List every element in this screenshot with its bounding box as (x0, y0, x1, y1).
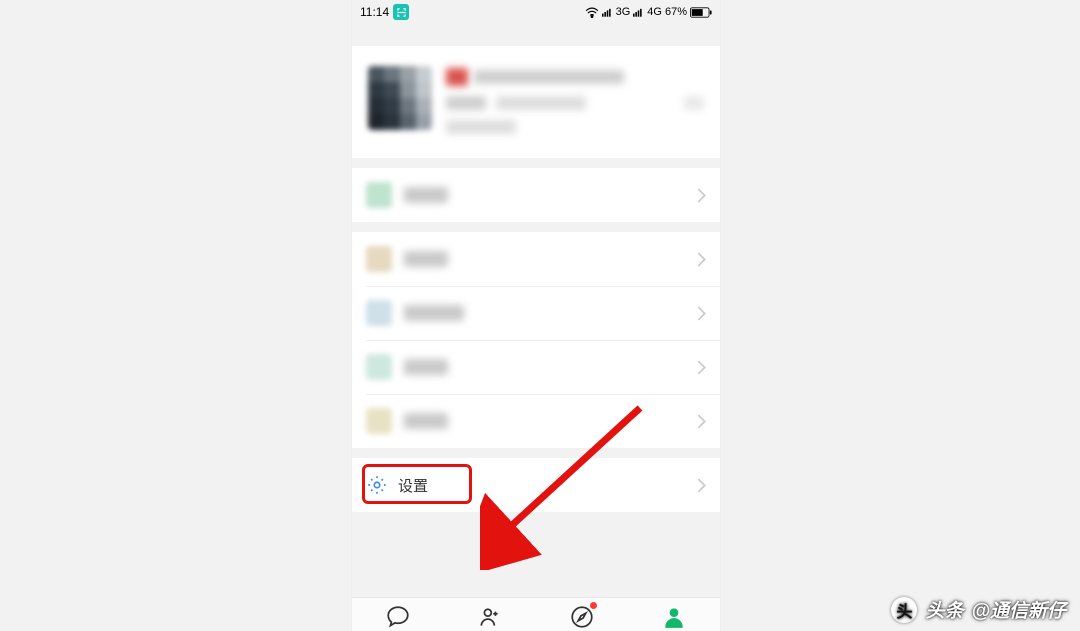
watermark-prefix: 头条 (925, 596, 963, 623)
signal-4g-icon (633, 7, 644, 17)
status-time: 11:14 (360, 5, 389, 19)
avatar (368, 66, 432, 130)
watermark-handle: @通信新仔 (971, 596, 1066, 623)
chevron-right-icon (697, 188, 706, 203)
menu-group-2 (352, 232, 720, 448)
profile-info (446, 66, 704, 134)
chevron-right-icon (697, 252, 706, 267)
chevron-right-icon (697, 360, 706, 375)
tab-me[interactable] (660, 603, 688, 631)
status-battery-pct: 67% (665, 6, 687, 18)
list-item-label (404, 359, 448, 375)
menu-group-1 (352, 168, 720, 222)
signal-3g-icon (602, 7, 613, 17)
status-net1: 3G (616, 6, 631, 18)
settings-row[interactable]: 设置 (352, 458, 720, 512)
gear-icon (366, 474, 388, 496)
list-item[interactable] (352, 340, 720, 394)
list-item-label (404, 251, 448, 267)
battery-icon (690, 7, 712, 18)
chevron-right-icon (697, 478, 706, 493)
list-item[interactable] (352, 168, 720, 222)
settings-label: 设置 (398, 475, 428, 496)
bottom-tabbar (352, 597, 720, 631)
wifi-icon (585, 7, 599, 18)
chevron-right-icon (697, 306, 706, 321)
list-item[interactable] (352, 286, 720, 340)
menu-group-settings: 设置 (352, 458, 720, 512)
watermark-logo: 头 (891, 597, 917, 623)
tab-contacts[interactable] (476, 603, 504, 631)
status-bar: 11:14 3G 4G 67% (352, 0, 720, 24)
watermark: 头 头条 @通信新仔 (891, 596, 1066, 623)
list-item[interactable] (352, 232, 720, 286)
scan-icon (393, 4, 409, 20)
notification-dot (590, 602, 597, 609)
list-item-label (404, 413, 448, 429)
status-net2: 4G (647, 6, 662, 18)
tab-chat[interactable] (384, 603, 412, 631)
list-item-label (404, 187, 448, 203)
list-item[interactable] (352, 394, 720, 448)
profile-card[interactable] (352, 46, 720, 158)
phone-frame: 11:14 3G 4G 67% (352, 0, 720, 631)
list-item-label (404, 305, 464, 321)
tab-discover[interactable] (568, 603, 596, 631)
chevron-right-icon (697, 414, 706, 429)
